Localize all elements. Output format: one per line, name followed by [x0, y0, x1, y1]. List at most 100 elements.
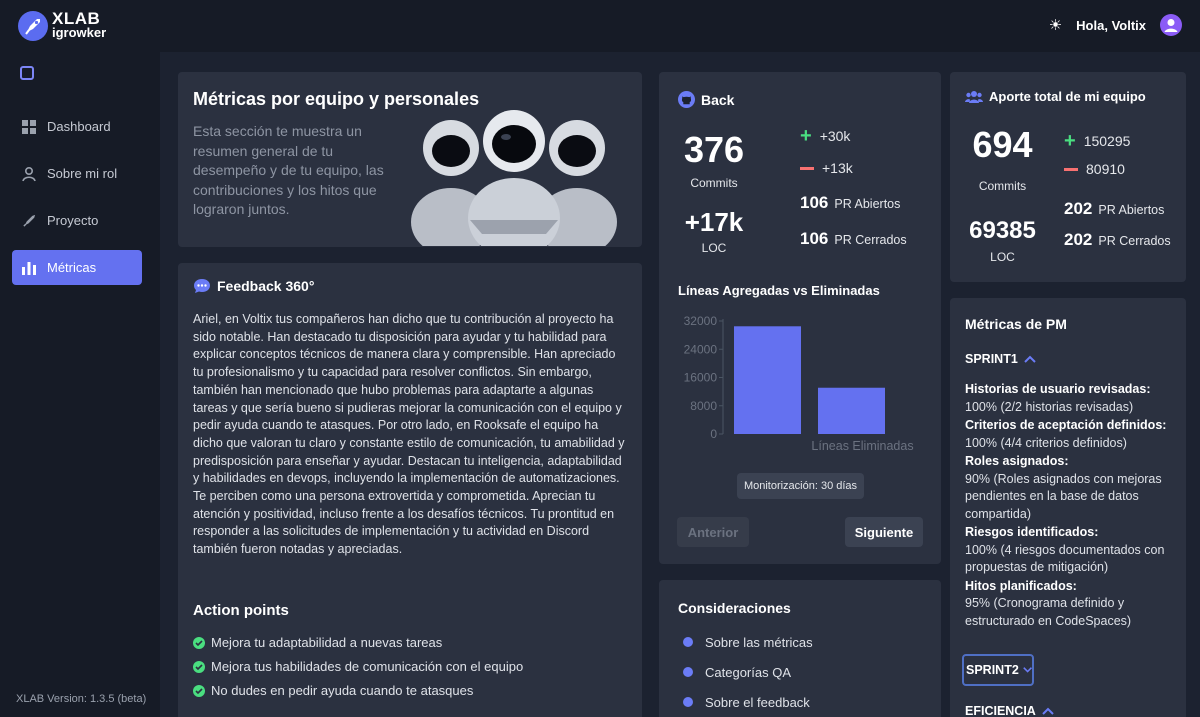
intro-text: Esta sección te muestra un resumen gener… [193, 123, 384, 217]
avatar[interactable] [1160, 14, 1182, 36]
considerations-card: Consideraciones Sobre las métricas Categ… [659, 580, 941, 717]
y-tick-label: 16000 [684, 371, 718, 385]
sun-icon[interactable]: ☀ [1049, 16, 1062, 34]
sprint2-toggle[interactable]: SPRINT2 [962, 654, 1034, 686]
info-icon [683, 667, 693, 677]
brand-name: XLAB [52, 9, 101, 28]
y-tick-label: 32000 [684, 314, 718, 328]
consideration-feedback[interactable]: Sobre el feedback [659, 687, 941, 717]
consideration-label: Sobre las métricas [705, 634, 813, 650]
consideration-qa[interactable]: Categorías QA [659, 657, 941, 687]
info-icon [683, 637, 693, 647]
sidebar-item-label: Sobre mi rol [47, 166, 118, 181]
team-added: 150295 [1083, 133, 1131, 149]
chart-bar [734, 326, 801, 434]
lines-bar-chart: 0 8000 16000 24000 32000 Líneas Eliminadas [684, 314, 914, 453]
sidebar-item-project[interactable]: Proyecto [12, 203, 142, 238]
team-pr-open-label: PR Abiertos [1098, 203, 1165, 217]
back-pr-closed-value: 106 [800, 229, 829, 248]
plus-icon: + [800, 125, 812, 147]
sprint2-label: SPRINT2 [966, 663, 1019, 677]
pm-metric-label: Riesgos identificados: [965, 525, 1099, 539]
list-item: Mejora tus habilidades de comunicación c… [193, 659, 523, 674]
team-contribution-card: Aporte total de mi equipo 694 Commits 69… [950, 72, 1186, 282]
efficiency-label: EFICIENCIA [965, 704, 1036, 717]
rocket-logo-icon [18, 11, 48, 41]
sidebar-toggle-icon[interactable] [20, 66, 34, 80]
action-point-text: No dudes en pedir ayuda cuando te atasqu… [211, 683, 474, 698]
user-icon [21, 166, 37, 182]
consideration-label: Categorías QA [705, 664, 791, 680]
pm-metric-label: Roles asignados: [965, 454, 1069, 468]
y-tick-label: 8000 [690, 399, 717, 413]
back-removed: +13k [822, 160, 853, 176]
rocket-icon [21, 213, 37, 229]
action-point-text: Mejora tus habilidades de comunicación c… [211, 659, 524, 674]
pm-metric-value: 100% (4/4 criterios definidos) [965, 435, 1127, 450]
back-title: Back [701, 91, 735, 108]
chat-bubble-icon [194, 279, 210, 293]
top-bar: XLAB igrowker ☀ Hola, Voltix [0, 0, 1200, 52]
y-tick-label: 24000 [684, 342, 718, 356]
team-pr-open-value: 202 [1064, 199, 1093, 218]
sidebar-item-dashboard[interactable]: Dashboard [12, 109, 142, 144]
user-icon [1164, 19, 1178, 32]
check-circle-icon [193, 636, 205, 649]
brand-subname: igrowker [52, 25, 107, 40]
sprint1-label: SPRINT1 [965, 352, 1018, 366]
sidebar-item-role[interactable]: Sobre mi rol [12, 156, 142, 191]
app-logo[interactable]: XLAB igrowker [18, 9, 107, 41]
pm-metric-label: Criterios de aceptación definidos: [965, 418, 1167, 432]
sidebar: Dashboard Sobre mi rol Proyecto Métricas… [0, 52, 160, 717]
chart-bar [818, 387, 885, 434]
back-added: +30k [819, 128, 851, 144]
astronauts-illustration [411, 110, 617, 246]
sprint1-details: Historias de usuario revisadas: 100% (2/… [965, 381, 1177, 630]
team-commits-value: 694 [972, 124, 1033, 165]
pm-metric-value: 95% (Cronograma definido y estructurado … [965, 596, 1132, 628]
greeting: Hola, Voltix [1076, 17, 1146, 33]
pm-metrics-card: Métricas de PM SPRINT1 Historias de usua… [950, 298, 1186, 717]
monitoring-tooltip: Monitorización: 30 días [737, 473, 864, 499]
sidebar-item-label: Proyecto [47, 213, 99, 228]
intro-card: Métricas por equipo y personales Esta se… [178, 72, 642, 247]
github-icon [678, 91, 695, 108]
back-pr-open-label: PR Abiertos [834, 197, 901, 211]
team-pr-closed-label: PR Cerrados [1098, 234, 1171, 248]
pm-metric-value: 100% (2/2 historias revisadas) [965, 399, 1134, 414]
back-commits-value: 376 [683, 129, 745, 170]
considerations-title: Consideraciones [678, 600, 791, 616]
team-pr-closed-value: 202 [1064, 230, 1093, 249]
consideration-label: Sobre el feedback [705, 694, 810, 710]
info-icon [683, 697, 693, 707]
back-pr-open-value: 106 [800, 193, 829, 212]
back-commits-label: Commits [690, 176, 738, 190]
page-title: Métricas por equipo y personales [193, 89, 480, 109]
minus-icon [1064, 167, 1078, 171]
users-icon [965, 90, 983, 103]
check-circle-icon [193, 660, 205, 673]
bar-chart-icon [21, 260, 37, 276]
consideration-metrics[interactable]: Sobre las métricas [659, 627, 941, 657]
feedback-title: Feedback 360° [217, 278, 315, 294]
sidebar-item-metrics[interactable]: Métricas [12, 250, 142, 285]
chevron-down-icon [1023, 667, 1032, 673]
team-title: Aporte total de mi equipo [989, 89, 1146, 104]
efficiency-toggle[interactable]: EFICIENCIA [965, 704, 1054, 717]
previous-button[interactable]: Anterior [677, 517, 749, 547]
x-tick-label: Líneas Eliminadas [811, 439, 913, 453]
list-item: Mejora tu adaptabilidad a nuevas tareas [193, 635, 523, 650]
back-loc-value: +17k [684, 207, 744, 237]
sidebar-item-label: Métricas [47, 260, 97, 275]
team-removed: 80910 [1086, 161, 1125, 177]
next-button[interactable]: Siguiente [845, 517, 923, 547]
sprint1-toggle[interactable]: SPRINT1 [965, 352, 1036, 366]
team-loc-value: 69385 [969, 217, 1036, 244]
pm-metric-label: Historias de usuario revisadas: [965, 382, 1151, 396]
chevron-up-icon [1024, 355, 1036, 363]
check-circle-icon [193, 684, 205, 697]
action-point-text: Mejora tu adaptabilidad a nuevas tareas [211, 635, 443, 650]
chart-title: Líneas Agregadas vs Eliminadas [678, 283, 880, 298]
back-metrics-card: Back 376 Commits +17k LOC + +30k +13k 10… [659, 72, 941, 564]
list-item: No dudes en pedir ayuda cuando te atasqu… [193, 683, 523, 698]
